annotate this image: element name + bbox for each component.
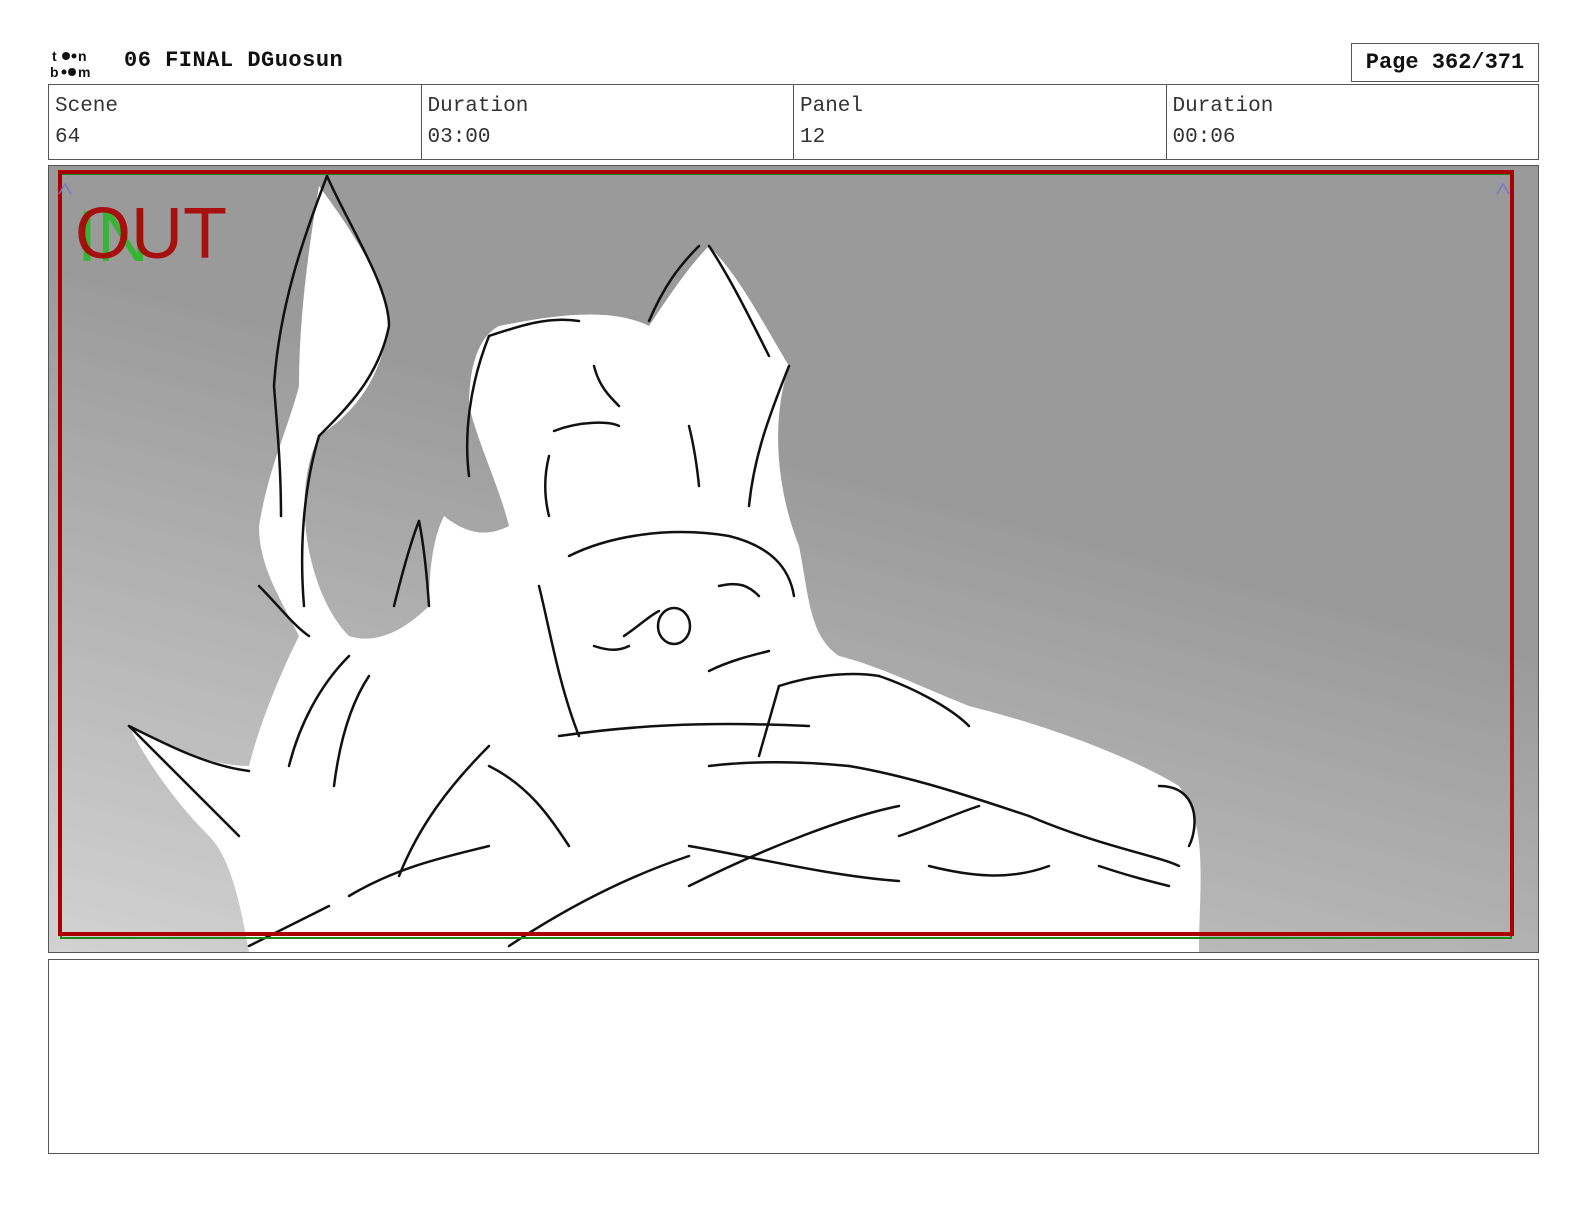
svg-text:b: b [50,64,59,80]
scene-label: Scene [55,95,119,118]
svg-text:m: m [78,64,90,80]
panel-notes-area [48,959,1539,1154]
document-title: 06 FINAL DGuosun [124,48,344,73]
page-indicator: Page 362/371 [1351,43,1539,82]
scene-cell: Scene 64 [49,85,422,159]
svg-text:n: n [78,48,87,64]
panel-duration-cell: Duration 00:06 [1167,85,1539,159]
storyboard-panel: IN OUT [48,165,1539,953]
panel-label: Panel [800,95,864,118]
panel-drawing: IN OUT [49,166,1538,952]
panel-value: 12 [800,126,826,149]
panel-duration-label: Duration [1172,95,1274,118]
toon-boom-logo: t n b m [50,48,90,80]
scene-duration-value: 03:00 [427,126,491,149]
scene-value: 64 [55,126,81,149]
scene-duration-cell: Duration 03:00 [422,85,794,159]
scene-duration-label: Duration [427,95,529,118]
svg-text:t: t [52,48,57,64]
panel-duration-value: 00:06 [1172,126,1236,149]
scene-info-table: Scene 64 Duration 03:00 Panel 12 Duratio… [48,84,1539,160]
panel-cell: Panel 12 [794,85,1167,159]
out-label: OUT [75,194,227,274]
